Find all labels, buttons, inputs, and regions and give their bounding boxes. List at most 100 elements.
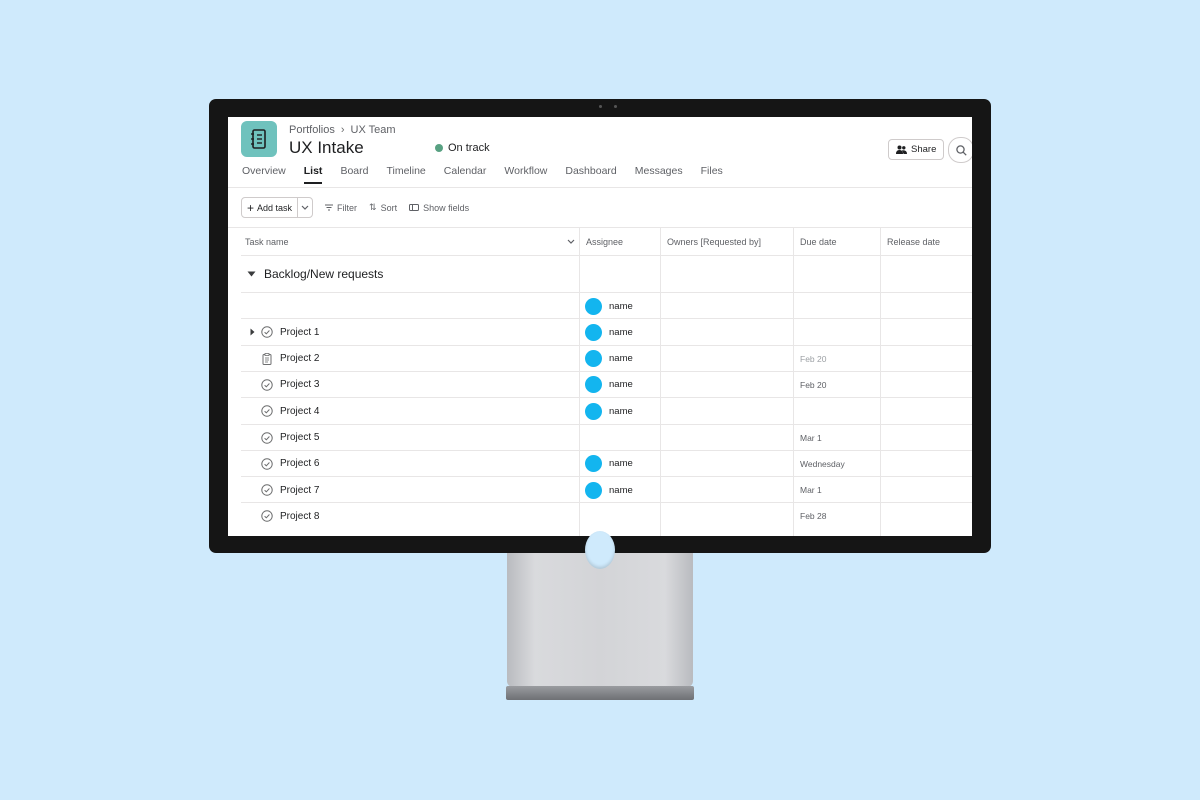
- tab-timeline[interactable]: Timeline: [386, 165, 425, 184]
- assignee-name: name: [609, 300, 633, 312]
- owners-cell[interactable]: [661, 398, 793, 424]
- filter-button[interactable]: Filter: [325, 203, 357, 213]
- avatar: [585, 323, 602, 341]
- task-cell[interactable]: Project 6: [241, 451, 319, 477]
- avatar: [585, 297, 602, 315]
- check-circle-icon[interactable]: [261, 484, 273, 496]
- task-name[interactable]: Project 8: [280, 511, 319, 522]
- column-header-due-date[interactable]: Due date: [800, 228, 837, 255]
- due-date-cell[interactable]: Feb 20: [800, 372, 826, 398]
- assignee-cell[interactable]: name: [585, 451, 633, 477]
- task-cell[interactable]: Project 7: [241, 477, 319, 503]
- column-header-release-date[interactable]: Release date: [887, 228, 940, 255]
- task-name[interactable]: Project 5: [280, 432, 319, 443]
- table-row[interactable]: Project 6 name Wednesday: [241, 449, 972, 477]
- owners-cell[interactable]: [661, 319, 793, 345]
- breadcrumb: Portfolios › UX Team: [289, 124, 396, 136]
- tab-list[interactable]: List: [303, 165, 323, 184]
- sort-button[interactable]: ⇅ Sort: [369, 202, 397, 213]
- owners-cell[interactable]: [661, 425, 793, 451]
- table-row[interactable]: Project 5 Mar 1: [241, 423, 972, 451]
- assignee-cell[interactable]: name: [585, 293, 633, 319]
- check-circle-icon[interactable]: [261, 510, 273, 523]
- tab-files[interactable]: Files: [701, 165, 723, 184]
- chevron-down-icon[interactable]: [567, 239, 575, 244]
- table-row[interactable]: Project 4 name: [241, 397, 972, 424]
- check-circle-icon[interactable]: [261, 431, 273, 444]
- task-name[interactable]: Project 1: [280, 327, 319, 338]
- release-date-cell[interactable]: [881, 398, 972, 424]
- task-cell[interactable]: Project 1: [241, 319, 319, 345]
- show-fields-button[interactable]: Show fields: [409, 203, 469, 213]
- column-header-task-name[interactable]: Task name: [245, 228, 575, 255]
- status-badge[interactable]: On track: [435, 142, 490, 154]
- release-date-cell[interactable]: [881, 372, 972, 398]
- tab-messages[interactable]: Messages: [635, 165, 683, 184]
- owners-cell[interactable]: [661, 503, 793, 529]
- clipboard-icon[interactable]: [261, 352, 273, 365]
- assignee-cell[interactable]: name: [585, 398, 633, 424]
- assignee-cell[interactable]: name: [585, 346, 633, 372]
- assignee-cell[interactable]: name: [585, 319, 633, 345]
- due-date-cell[interactable]: Mar 1: [800, 477, 822, 503]
- release-date-cell[interactable]: [881, 346, 972, 372]
- check-circle-icon[interactable]: [261, 458, 273, 470]
- section-header[interactable]: Backlog/New requests: [241, 256, 383, 292]
- assignee-cell[interactable]: name: [585, 477, 633, 503]
- release-date-cell[interactable]: [881, 477, 972, 503]
- add-task-dropdown[interactable]: [298, 198, 312, 217]
- add-task-button[interactable]: + Add task: [242, 198, 299, 217]
- assignee-name: name: [609, 379, 633, 391]
- page-title[interactable]: UX Intake: [289, 138, 364, 158]
- due-date-cell[interactable]: Mar 1: [800, 425, 822, 451]
- task-name[interactable]: Project 4: [280, 406, 319, 417]
- task-cell[interactable]: Project 3: [241, 372, 319, 398]
- task-cell[interactable]: Project 5: [241, 425, 319, 451]
- release-date-cell[interactable]: [881, 503, 972, 529]
- share-button[interactable]: Share: [888, 139, 945, 160]
- task-name[interactable]: Project 3: [280, 379, 319, 390]
- assignee-cell[interactable]: name: [585, 372, 633, 398]
- release-date-cell[interactable]: [881, 319, 972, 345]
- task-cell[interactable]: Project 8: [241, 503, 319, 529]
- task-cell[interactable]: Project 4: [241, 398, 319, 424]
- owners-cell[interactable]: [661, 372, 793, 398]
- owners-cell[interactable]: [661, 477, 793, 503]
- check-circle-icon[interactable]: [261, 326, 273, 338]
- due-date: Feb 20: [800, 353, 827, 364]
- task-cell[interactable]: Project 2: [241, 346, 319, 372]
- column-header-assignee[interactable]: Assignee: [586, 228, 623, 255]
- tab-board[interactable]: Board: [340, 165, 368, 184]
- release-date-cell[interactable]: [881, 425, 972, 451]
- owners-cell[interactable]: [661, 451, 793, 477]
- table-row[interactable]: Project 3 name Feb 20: [241, 370, 972, 398]
- task-name[interactable]: Project 7: [280, 485, 319, 496]
- tabs-divider: [228, 187, 972, 188]
- due-date-cell[interactable]: Wednesday: [800, 451, 845, 477]
- triangle-down-icon[interactable]: [247, 271, 256, 277]
- table-row[interactable]: Project 8 Feb 28: [241, 502, 972, 529]
- tab-dashboard[interactable]: Dashboard: [565, 165, 616, 184]
- table-row[interactable]: Project 2 name Feb 20: [241, 344, 972, 372]
- search-button[interactable]: [948, 137, 972, 163]
- tab-overview[interactable]: Overview: [242, 165, 286, 184]
- breadcrumb-ux-team[interactable]: UX Team: [351, 124, 396, 136]
- release-date-cell[interactable]: [881, 293, 972, 319]
- table-row[interactable]: Project 1 name: [241, 318, 972, 345]
- tab-calendar[interactable]: Calendar: [444, 165, 487, 184]
- check-circle-icon[interactable]: [261, 379, 273, 391]
- task-name[interactable]: Project 6: [280, 458, 319, 469]
- due-date-cell[interactable]: Feb 20: [800, 346, 826, 372]
- table-row[interactable]: name: [241, 292, 972, 319]
- task-name[interactable]: Project 2: [280, 353, 319, 364]
- owners-cell[interactable]: [661, 293, 793, 319]
- owners-cell[interactable]: [661, 346, 793, 372]
- tab-workflow[interactable]: Workflow: [504, 165, 547, 184]
- table-row[interactable]: Project 7 name Mar 1: [241, 476, 972, 503]
- check-circle-icon[interactable]: [261, 405, 273, 417]
- due-date-cell[interactable]: Feb 28: [800, 503, 826, 529]
- breadcrumb-portfolios[interactable]: Portfolios: [289, 124, 335, 136]
- column-header-owners[interactable]: Owners [Requested by]: [667, 228, 761, 255]
- expand-subtasks-icon[interactable]: [250, 328, 255, 336]
- release-date-cell[interactable]: [881, 451, 972, 477]
